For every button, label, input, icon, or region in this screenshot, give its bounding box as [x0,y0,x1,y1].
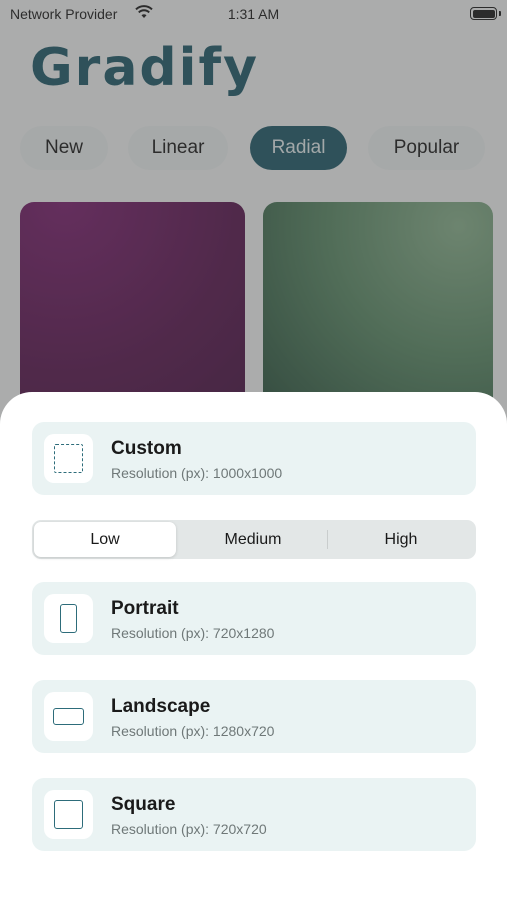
resolution-sheet: Custom Resolution (px): 1000x1000 Low Me… [0,392,507,900]
segment-low[interactable]: Low [34,522,176,557]
icon-box [44,692,93,741]
option-title: Portrait [111,598,179,619]
portrait-rectangle-icon [60,604,77,633]
option-resolution: Resolution (px): 1280x720 [111,723,275,739]
screen: Network Provider 1:31 AM Gradify New Lin… [0,0,507,900]
option-title: Square [111,794,176,815]
segment-high[interactable]: High [328,522,474,557]
option-title: Custom [111,438,182,459]
option-title: Landscape [111,696,211,717]
quality-segmented-control: Low Medium High [32,520,476,559]
icon-box [44,790,93,839]
option-square[interactable]: Square Resolution (px): 720x720 [32,778,476,851]
option-resolution: Resolution (px): 720x1280 [111,625,275,641]
segment-medium[interactable]: Medium [180,522,326,557]
landscape-rectangle-icon [53,708,84,725]
dashed-square-icon [54,444,83,473]
option-portrait[interactable]: Portrait Resolution (px): 720x1280 [32,582,476,655]
option-custom[interactable]: Custom Resolution (px): 1000x1000 [32,422,476,495]
icon-box [44,434,93,483]
icon-box [44,594,93,643]
option-landscape[interactable]: Landscape Resolution (px): 1280x720 [32,680,476,753]
option-resolution: Resolution (px): 720x720 [111,821,267,837]
square-icon [54,800,83,829]
option-resolution: Resolution (px): 1000x1000 [111,465,283,481]
